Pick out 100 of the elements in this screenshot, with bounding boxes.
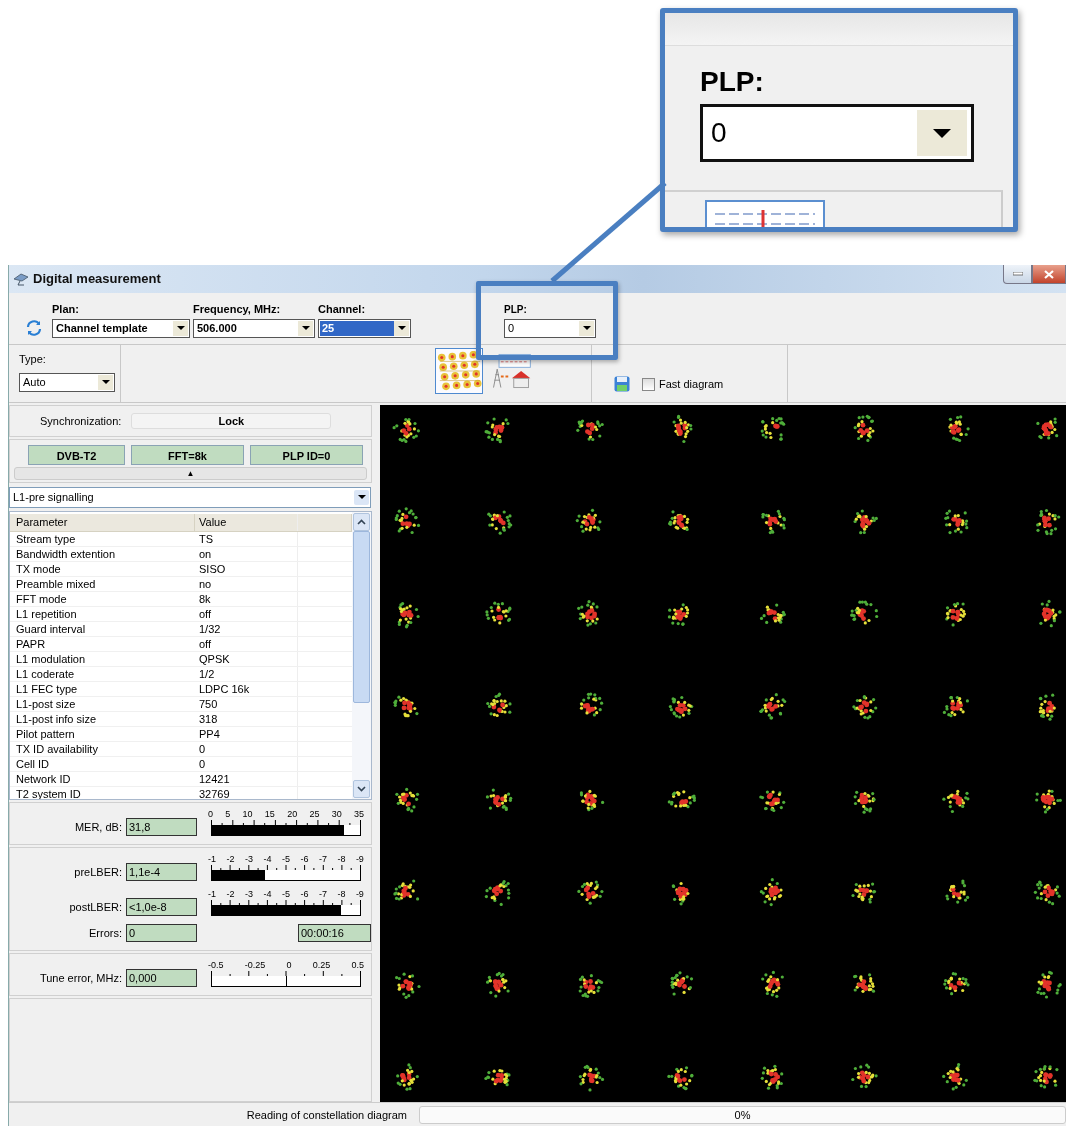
table-cell-text: L1-post info size [15,711,98,726]
tick-label: 0 [286,959,292,970]
tick-label: 10 [242,808,253,819]
sync-label: Synchronization: [40,414,122,427]
save-icon [614,376,630,393]
chevron-down-icon [357,785,366,792]
table-cell-text: Preamble mixed [15,576,97,591]
dropdown[interactable]: 506.000 [193,318,315,338]
table-cell: 1/2 [195,666,298,681]
table-cell: 12421 [195,771,298,786]
meter-label: Tune error, MHz: [38,970,123,986]
table-cell: 0 [195,741,298,756]
fast-diagram-checkbox[interactable]: Fast diagram [642,377,724,391]
info-badge: DVB-T2 [28,444,125,465]
table-cell: 318 [195,711,298,726]
plp-dropdown[interactable]: 0 [504,318,596,338]
tick-label: -1 [208,888,216,899]
scroll-down-button[interactable] [353,779,370,798]
table-cell-text: TX mode [15,561,62,576]
table-cell-text: Guard interval [15,621,87,636]
tick-label: -7 [318,853,327,864]
progress-reading: 0% [734,1108,751,1121]
tick-label: -8 [337,888,346,899]
table-cell-text: L1 repetition [15,606,78,621]
chevron-up-icon [357,518,366,525]
time-field: 00:00:16 [298,923,371,942]
view-button[interactable] [435,347,483,394]
minimize-icon [1012,272,1023,276]
field-label: Channel: [318,302,367,315]
tick-label: -9 [355,888,364,899]
tick-label: -2 [226,853,235,864]
app-icon [13,271,29,286]
checkbox[interactable] [642,377,655,391]
value-field: 1,1e-4 [126,862,197,881]
refresh-icon [25,318,43,337]
table-cell-text: Cell ID [15,756,50,771]
tick-label: -2 [226,888,235,899]
tick-label: -3 [244,853,253,864]
table-cell-text: Stream type [15,531,77,546]
plp-label: PLP: [700,66,765,98]
tick-label: -9 [355,853,364,864]
dropdown[interactable]: 25 [318,318,411,338]
column-header[interactable]: Value [195,513,298,531]
tick-label: 15 [264,808,275,819]
table-cell-text: FFT mode [15,591,68,606]
table-cell: SISO [195,561,298,576]
tick-label: -4 [263,888,272,899]
tick-label: -7 [318,888,327,899]
tick-label: -1 [208,853,216,864]
table-cell: 0 [195,756,298,771]
table-cell: TS [195,531,298,546]
table-cell: on [195,546,298,561]
tick-label: -8 [337,853,346,864]
errors-label: Errors: [88,925,123,941]
dropdown[interactable]: Channel template [52,318,190,338]
table-cell-text: Network ID [15,771,72,786]
table-cell-text: L1 FEC type [15,681,79,696]
table-cell-text: Bandwidth extention [15,546,117,561]
collapse-button[interactable]: ▲ [14,466,367,480]
status-text: Reading of constellation diagram [245,1108,408,1121]
tick-label: 35 [353,808,364,819]
table-cell: PP4 [195,726,298,741]
table-cell: LDPC 16k [195,681,298,696]
value-field: <1,0e-8 [126,897,197,916]
close-button[interactable] [1032,265,1066,284]
checkbox-label: Fast diagram [659,378,724,391]
type-dropdown[interactable]: Auto [19,372,115,392]
tick-label: -5 [281,853,290,864]
tick-label: 0.25 [312,959,331,970]
info-badge: PLP ID=0 [250,444,363,465]
meter-label: MER, dB: [73,819,123,835]
value-field: 0,000 [126,968,197,987]
tick-label: -0.25 [244,959,266,970]
field-label: PLP: [504,303,528,315]
tick-label: 0 [208,808,213,819]
scroll-thumb[interactable] [353,530,370,703]
section-dropdown[interactable]: L1-pre signalling [9,486,371,508]
meter-label: preLBER: [73,864,123,880]
window-title: Digital measurement [33,271,161,287]
tick-label: 5 [225,808,231,819]
scrollbar[interactable] [352,511,371,799]
field-label: Frequency, MHz: [193,302,282,315]
table-cell: QPSK [195,651,298,666]
table-cell: 1/32 [195,621,298,636]
tick-label: -6 [300,888,309,899]
table-cell: no [195,576,298,591]
column-header[interactable]: Parameter [10,513,195,531]
tick-label: -5 [281,888,290,899]
tick-label: -4 [263,853,272,864]
minimize-button[interactable] [1003,265,1032,284]
tick-label: 30 [331,808,342,819]
sync-status: Lock [131,412,332,429]
value-field: 31,8 [126,817,197,836]
plp-dropdown[interactable]: 0 [700,104,974,162]
table-cell: off [195,636,298,651]
scroll-up-button[interactable] [353,512,370,531]
tick-label: -0.5 [208,959,224,970]
tick-label: 0.5 [351,959,364,970]
tick-label: -3 [244,888,253,899]
table-cell-text: PAPR [15,636,47,651]
